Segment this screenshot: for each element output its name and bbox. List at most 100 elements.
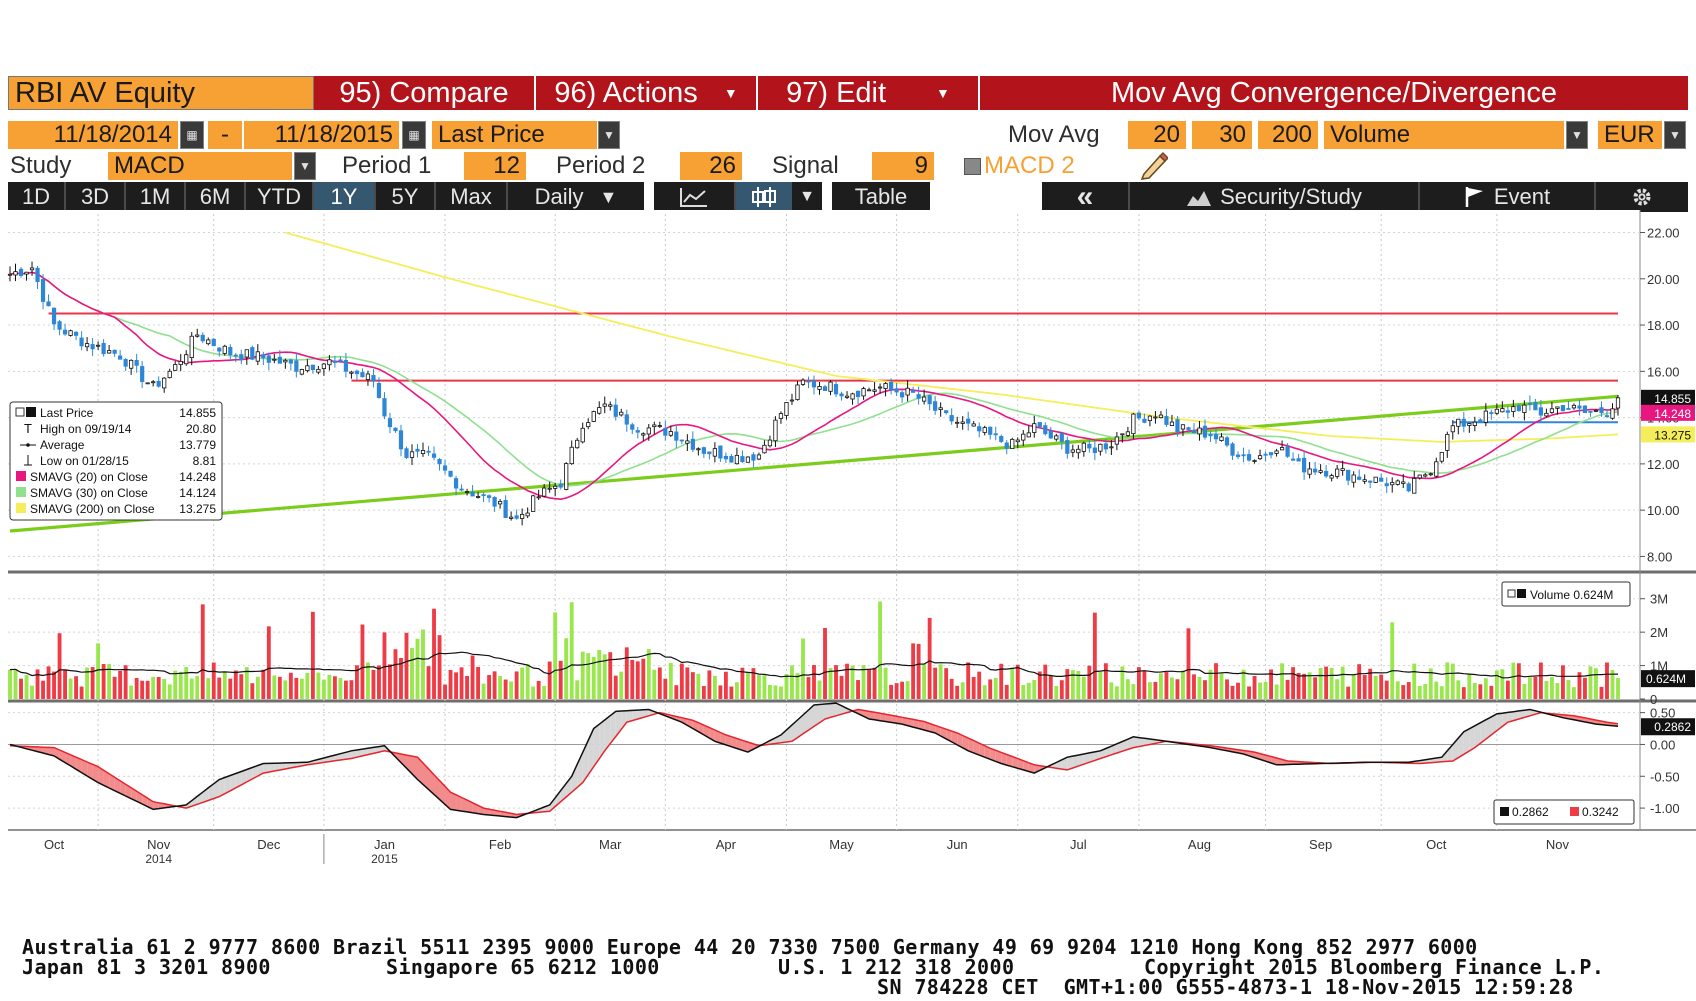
start-date-field[interactable]: 11/18/2014 (8, 121, 178, 149)
candle-body (888, 381, 894, 390)
price-chart[interactable]: Oct Nov Dec Jan Feb Mar Apr May Jun Jul Aug Sep Oct N… (0, 210, 1696, 940)
candle-body (883, 383, 888, 389)
candle-body (305, 365, 310, 371)
date-separator-text: - (221, 121, 229, 148)
range-tab-6m[interactable]: 6M (186, 182, 246, 212)
chevron-down-icon[interactable]: ▼ (1566, 121, 1588, 149)
candle-body (1588, 410, 1593, 413)
ma1-field[interactable]: 20 (1128, 121, 1186, 149)
collapse-button[interactable]: « (1042, 182, 1130, 212)
ma2-field[interactable]: 30 (1192, 121, 1252, 149)
date-separator: - (208, 121, 242, 149)
candle-body (762, 444, 767, 454)
range-tab-1y[interactable]: 1Y (314, 182, 376, 212)
study-select[interactable]: MACD (108, 152, 292, 180)
candle-body (767, 439, 773, 447)
volume-bar (955, 685, 960, 699)
grid (8, 210, 1696, 831)
volume-field-select[interactable]: Volume (1324, 121, 1564, 149)
volume-bar (514, 671, 519, 699)
range-tab-3d[interactable]: 3D (66, 182, 126, 212)
candle-body (514, 515, 519, 519)
range-tab-label: YTD (257, 184, 301, 209)
candle-body (1439, 451, 1444, 462)
legend-label: Average (40, 438, 85, 452)
macd2-checkbox[interactable]: MACD 2 (964, 152, 1114, 180)
volume-bar (1489, 685, 1494, 699)
price-field-select[interactable]: Last Price (432, 121, 597, 149)
signal-field[interactable]: 9 (872, 152, 934, 180)
pencil-icon[interactable] (1138, 152, 1172, 180)
period1-field[interactable]: 12 (464, 152, 526, 180)
legend-marker (16, 487, 26, 497)
period2-field[interactable]: 26 (680, 152, 742, 180)
line-chart-button[interactable] (654, 182, 736, 212)
frequency-select[interactable]: Daily ▼ (508, 182, 644, 212)
range-tab-1d[interactable]: 1D (8, 182, 66, 212)
legend-value: 13.779 (179, 438, 216, 452)
candle-body (250, 347, 255, 360)
study-label-text: Study (10, 152, 72, 179)
volume-bar (1401, 685, 1406, 699)
settings-button[interactable] (1596, 182, 1688, 212)
candle-body (558, 483, 563, 488)
volume-bar (503, 679, 508, 699)
volume-bar (718, 685, 723, 699)
calendar-icon[interactable]: ▦ (180, 121, 204, 149)
macd-histogram-area (825, 703, 831, 719)
volume-bar (487, 675, 492, 699)
candle-body (1136, 412, 1142, 419)
currency-select[interactable]: EUR (1598, 121, 1662, 149)
compare-button[interactable]: 95) Compare (314, 76, 536, 110)
volume-bar (211, 662, 216, 699)
candle-body (1566, 408, 1571, 410)
end-date-field[interactable]: 11/18/2015 (244, 121, 399, 149)
volume-bar (1087, 665, 1092, 699)
candle-body (861, 388, 866, 397)
candle-body (18, 268, 24, 276)
chevron-down-icon[interactable]: ▼ (598, 121, 620, 149)
chevron-down-icon[interactable]: ▼ (294, 152, 316, 180)
range-tab-ytd[interactable]: YTD (246, 182, 314, 212)
volume-bar (1125, 679, 1130, 699)
range-tab-max[interactable]: Max (436, 182, 508, 212)
event-button[interactable]: Event (1420, 182, 1596, 212)
volume-bar (332, 676, 337, 699)
candle-body (900, 392, 905, 398)
candle-body (162, 377, 167, 389)
x-tick-label: Jul (1070, 837, 1087, 852)
range-tab-5y[interactable]: 5Y (376, 182, 436, 212)
chart-type-dropdown[interactable]: ▼ (792, 182, 822, 212)
legend-label: Last Price (40, 406, 94, 420)
candle-body (850, 393, 855, 400)
actions-button[interactable]: 96) Actions ▼ (536, 76, 758, 110)
ma3-field[interactable]: 200 (1258, 121, 1318, 149)
volume-bar (1412, 663, 1417, 699)
candle-body (855, 390, 861, 398)
volume-bar (1599, 686, 1604, 699)
chevron-down-icon[interactable]: ▼ (1664, 121, 1686, 149)
table-button[interactable]: Table (832, 182, 930, 212)
calendar-icon[interactable]: ▦ (402, 121, 426, 149)
volume-bar (1230, 685, 1235, 699)
edit-button[interactable]: 97) Edit ▼ (758, 76, 980, 110)
x-tick-label: Nov (147, 837, 171, 852)
x-tick-label: Feb (489, 837, 511, 852)
candle-chart-button[interactable] (736, 182, 792, 212)
volume-bar (773, 685, 778, 699)
security-study-button[interactable]: Security/Study (1130, 182, 1420, 212)
candle-body (542, 487, 547, 497)
volume-bar (889, 684, 894, 699)
candle-body (971, 423, 976, 427)
volume-bar (1527, 677, 1532, 699)
candle-body (7, 273, 13, 276)
candle-body (1120, 433, 1125, 436)
ticker-field[interactable]: RBI AV Equity (8, 76, 314, 110)
candle-body (200, 334, 205, 342)
range-tab-1m[interactable]: 1M (126, 182, 186, 212)
legend-marker (1517, 589, 1526, 598)
candle-body (1263, 453, 1268, 456)
price-legend: Last Price 14.855 T High on 09/19/14 20.80 Av… (9, 401, 223, 521)
candle-body (1357, 476, 1362, 480)
volume-bar (96, 643, 101, 699)
